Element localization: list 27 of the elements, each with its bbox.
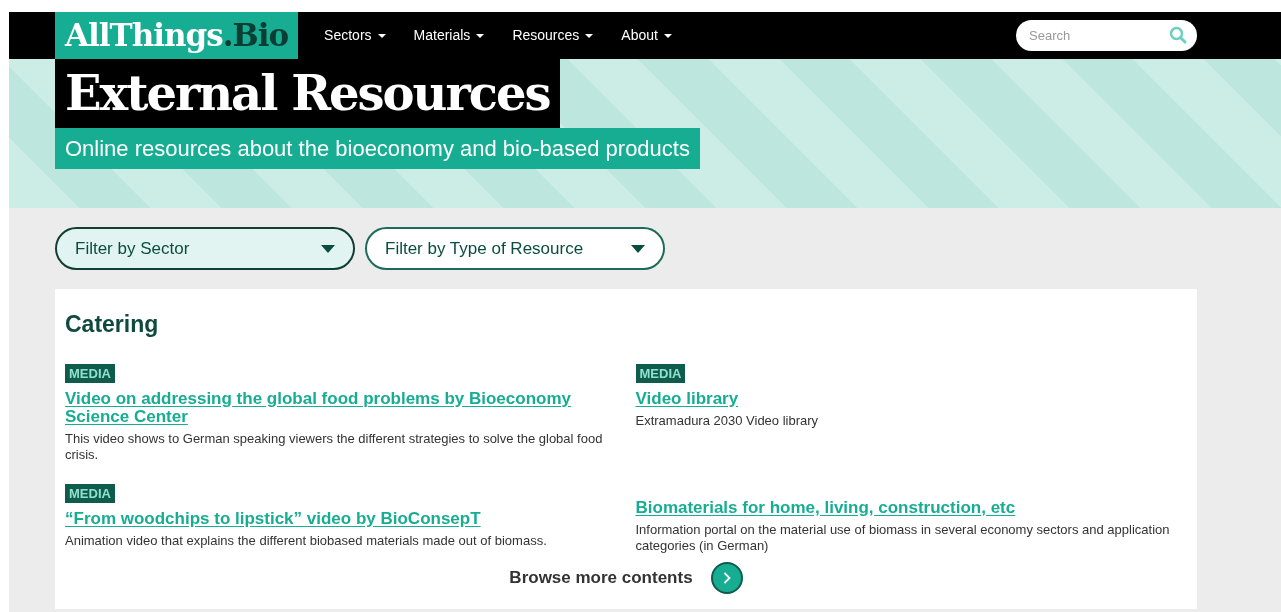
browse-more-label: Browse more contents [509, 566, 693, 589]
caret-down-icon [631, 244, 645, 253]
media-tag: MEDIA [65, 483, 115, 503]
filter-dropdown[interactable]: Filter by Sector [55, 227, 355, 270]
site-logo[interactable]: AllThings.Bio [55, 12, 299, 59]
resource-description: Extramadura 2030 Video library [635, 412, 820, 429]
caret-down-icon [476, 33, 485, 38]
filter-dropdown[interactable]: Filter by Type of Resource [365, 227, 665, 270]
next-arrow-button[interactable] [710, 561, 743, 594]
nav-menu-item[interactable]: Sectors [324, 25, 386, 46]
chevron-right-icon [722, 571, 731, 584]
media-tag: MEDIA [65, 363, 115, 383]
caret-down-icon [663, 33, 672, 38]
page-subtitle: Online resources about the bioeconomy and bio-based products [55, 128, 700, 169]
page-title: External Resources [55, 59, 560, 128]
resource-description: Information portal on the material use of biomass in several economy sectors and application categories (in German) [635, 521, 1171, 554]
nav-menu-item[interactable]: Resources [512, 25, 594, 46]
resource-description: This video shows to German speaking viewers the different strategies to solve the global food crisis. [65, 430, 604, 463]
caret-down-icon [377, 33, 386, 38]
search-field[interactable]: Search [1016, 20, 1197, 51]
caret-down-icon [585, 33, 594, 38]
nav-menu-item[interactable]: About [621, 25, 672, 46]
nav-menu-item[interactable]: Materials [413, 25, 485, 46]
resource-description: Animation video that explains the different biobased materials made out of biomass. [65, 532, 548, 549]
section-heading: Catering [65, 310, 160, 339]
caret-down-icon [321, 244, 335, 253]
media-tag: MEDIA [635, 363, 686, 383]
